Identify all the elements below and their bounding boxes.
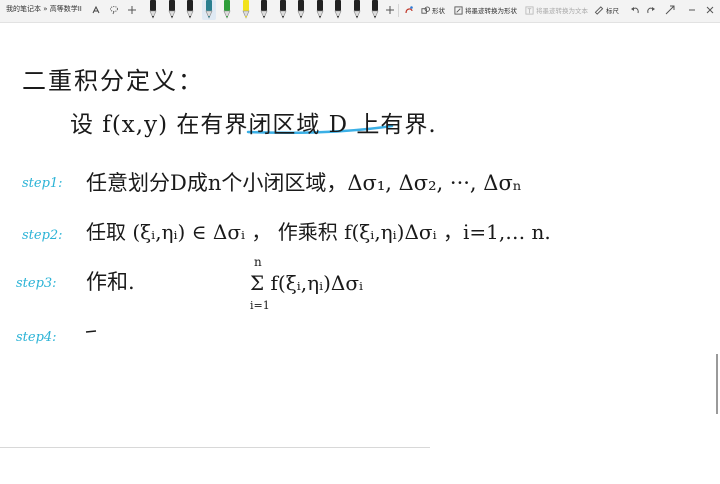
note-canvas[interactable]: 二重积分定义： 设 f(x,y) 在有界闭区域 D 上有界. step1: 任意… (0, 23, 720, 480)
step4-dash (85, 330, 97, 333)
ink-to-text-button[interactable]: 将墨迹转换为文本 (525, 3, 588, 17)
page-bottom-rule (0, 447, 430, 448)
lasso-icon[interactable] (108, 2, 120, 18)
window-minimize-icon[interactable] (684, 2, 700, 18)
ink-replay-icon[interactable] (403, 2, 415, 18)
redo-icon[interactable] (645, 2, 657, 18)
step1-text: 任意划分D成n个小闭区域，Δσ₁, Δσ₂, ···, Δσₙ (86, 171, 522, 195)
step4-label: step4: (16, 330, 57, 345)
ruler-button[interactable]: 标尺 (594, 3, 619, 17)
vertical-scrollbar[interactable] (716, 354, 718, 414)
ruler-icon (594, 5, 604, 15)
pen-black-9-icon[interactable] (350, 0, 364, 20)
window-close-icon[interactable] (702, 2, 718, 18)
toolbar-divider (398, 4, 399, 17)
window-title: 我的笔记本 » 高等数学II (6, 5, 82, 13)
step1-label: step1: (22, 176, 63, 191)
shape-icon (421, 5, 430, 14)
lasso-select-tool[interactable] (90, 2, 102, 18)
note-heading: 二重积分定义： (22, 67, 204, 95)
sum-lower-limit: i=1 (250, 299, 270, 312)
sum-upper-limit: n (254, 255, 262, 269)
shape-label: 形状 (432, 7, 445, 15)
ruler-label: 标尺 (606, 7, 619, 15)
pen-green-icon[interactable] (220, 0, 234, 20)
ink-to-shape-label: 将墨迹转换为形状 (465, 7, 517, 15)
fullscreen-icon[interactable] (664, 2, 676, 18)
step2-label: step2: (22, 228, 63, 243)
step3-text: 作和. (86, 270, 135, 294)
pen-black-3-icon[interactable] (183, 0, 197, 20)
pen-black-7-icon[interactable] (313, 0, 327, 20)
ink-to-shape-button[interactable]: 将墨迹转换为形状 (454, 3, 517, 17)
ink-to-text-label: 将墨迹转换为文本 (536, 7, 588, 15)
ink-to-text-icon (525, 5, 534, 15)
toolbar: 我的笔记本 » 高等数学II 形状 将墨迹转换为形状 将墨迹转换为文本 标尺 (0, 0, 720, 23)
add-space-icon[interactable] (126, 2, 138, 18)
shape-button[interactable]: 形状 (421, 3, 445, 17)
pen-black-2-icon[interactable] (165, 0, 179, 20)
pen-black-10-icon[interactable] (368, 0, 382, 20)
pen-yellow-highlighter-icon[interactable] (239, 0, 253, 20)
pen-teal-icon[interactable] (201, 0, 216, 20)
pen-black-5-icon[interactable] (276, 0, 290, 20)
step3-formula: Σ f(ξᵢ,ηᵢ)Δσᵢ (250, 271, 364, 295)
pen-black-6-icon[interactable] (294, 0, 308, 20)
pen-black-8-icon[interactable] (331, 0, 345, 20)
step3-label: step3: (16, 276, 57, 291)
ink-to-shape-icon (454, 5, 463, 15)
pen-black-4-icon[interactable] (257, 0, 271, 20)
add-pen-icon[interactable] (384, 2, 396, 18)
undo-icon[interactable] (629, 2, 641, 18)
note-line-definition: 设 f(x,y) 在有界闭区域 D 上有界. (70, 112, 437, 138)
pen-black-1-icon[interactable] (146, 0, 160, 20)
step2-text: 任取 (ξᵢ,ηᵢ) ∈ Δσᵢ ， 作乘积 f(ξᵢ,ηᵢ)Δσᵢ ，i=1,… (86, 220, 551, 244)
